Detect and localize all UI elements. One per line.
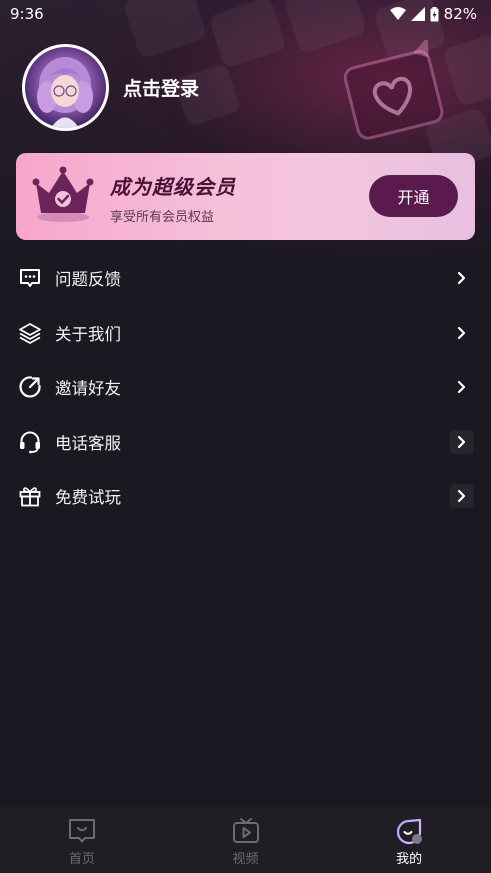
tab-home[interactable]: 首页 [0,806,164,873]
profile-section[interactable]: 点击登录 [22,44,199,131]
video-play-icon [232,818,259,843]
chevron-right-icon [450,429,474,454]
share-refresh-icon [19,376,41,398]
signal-icon [410,7,425,21]
tab-label-home: 首页 [68,852,95,867]
avatar-image [37,57,93,128]
chevron-right-icon [450,266,474,290]
menu-item-free-trial[interactable]: 免费试玩 [0,469,491,524]
bottom-tab-bar: 首页 视频 我的 [0,806,491,873]
tab-video[interactable]: 视频 [164,806,328,873]
menu-label-feedback: 问题反馈 [55,270,121,290]
profile-icon [397,818,423,845]
vip-title: 成为超级会员 [110,175,236,199]
crown-icon [32,166,94,222]
chevron-right-icon [450,375,474,399]
menu-label-phone-service: 电话客服 [55,433,121,453]
battery-icon [430,6,439,21]
menu-item-about[interactable]: 关于我们 [0,306,491,361]
vip-banner[interactable]: 成为超级会员 享受所有会员权益 开通 [16,153,475,240]
layers-icon [19,322,41,344]
chevron-right-icon [450,321,474,345]
avatar[interactable] [22,44,109,131]
menu-label-about: 关于我们 [55,324,121,344]
vip-activate-button[interactable]: 开通 [369,175,458,217]
login-text[interactable]: 点击登录 [123,74,199,101]
chevron-right-icon [450,484,474,509]
status-time: 9:36 [10,5,44,23]
heart-chat-decoration [343,40,444,140]
battery-percent: 82% [443,5,477,23]
tab-label-video: 视频 [232,852,259,867]
vip-subtitle: 享受所有会员权益 [110,210,215,225]
home-tv-icon [68,819,95,843]
menu-item-phone-service[interactable]: 电话客服 [0,415,491,470]
feedback-chat-icon [20,269,40,288]
wifi-icon [389,7,406,20]
status-bar: 9:36 82% [0,0,491,28]
tab-profile[interactable]: 我的 [327,806,491,873]
menu-label-free-trial: 免费试玩 [55,488,121,508]
menu-label-invite: 邀请好友 [55,379,121,399]
tab-label-profile: 我的 [396,852,423,867]
headset-icon [20,431,40,454]
menu-item-feedback[interactable]: 问题反馈 [0,251,491,306]
settings-menu: 问题反馈 关于我们 邀请好友 电话客服 免费试玩 [0,251,491,524]
menu-item-invite[interactable]: 邀请好友 [0,360,491,415]
gift-icon [19,487,41,507]
